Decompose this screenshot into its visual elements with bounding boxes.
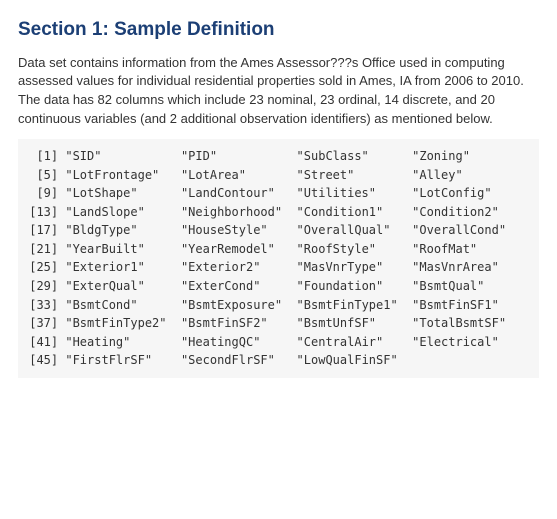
intro-paragraph: Data set contains information from the A… bbox=[18, 54, 539, 129]
section-heading: Section 1: Sample Definition bbox=[18, 16, 539, 44]
code-block-column-names: [1] "SID" "PID" "SubClass" "Zoning" [5] … bbox=[18, 139, 539, 378]
